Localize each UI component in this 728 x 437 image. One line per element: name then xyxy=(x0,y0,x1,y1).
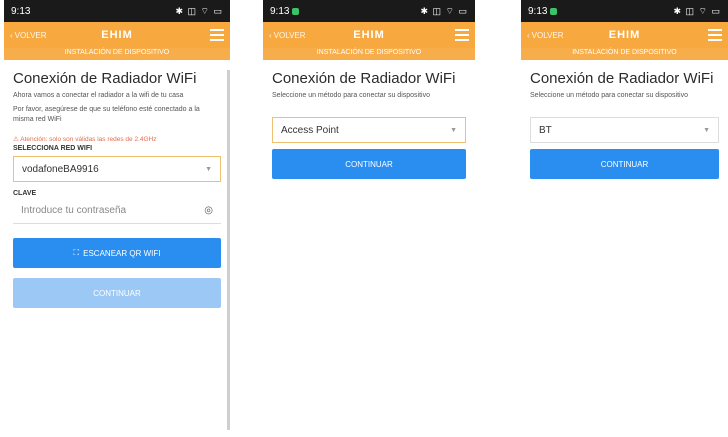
section-subtitle: INSTALACIÓN DE DISPOSITIVO xyxy=(521,48,728,60)
notification-icon xyxy=(550,7,558,15)
back-button[interactable]: ‹ VOLVER xyxy=(10,31,47,40)
phone-screen-method-bt: 9:13 ✱ ◫ ⌔ ▭ ‹ VOLVER EHIM INSTALACIÓN DE… xyxy=(521,0,728,437)
status-bar: 9:13 ✱ ◫ ⌔ ▭ xyxy=(521,0,728,22)
app-bar: ‹ VOLVER EHIM xyxy=(4,22,230,48)
description: Seleccione un método para conectar su di… xyxy=(530,92,688,99)
dropdown-caret-icon: ▼ xyxy=(205,165,212,173)
status-icons: ✱ ◫ ⌔ ▭ xyxy=(420,5,468,16)
description-same-network: Por favor, asegúrese de que su teléfono … xyxy=(13,106,200,123)
status-time: 9:13 xyxy=(11,5,31,17)
dropdown-caret-icon: ▼ xyxy=(703,126,710,134)
description: Ahora vamos a conectar el radiador a la … xyxy=(13,92,184,99)
chevron-left-icon: ‹ xyxy=(10,30,13,40)
chevron-left-icon: ‹ xyxy=(269,30,272,40)
password-placeholder: Introduce tu contraseña xyxy=(21,204,127,216)
phone-screen-method-access-point: 9:13 ✱ ◫ ⌔ ▭ ‹ VOLVER EHIM INSTALACIÓN DE… xyxy=(263,0,475,437)
app-bar: ‹ VOLVER EHIM xyxy=(521,22,728,48)
method-select-value: BT xyxy=(539,124,552,136)
status-icons: ✱ ◫ ⌔ ▭ xyxy=(673,5,721,16)
back-label: VOLVER xyxy=(14,30,47,40)
password-field[interactable]: Introduce tu contraseña ◎ xyxy=(13,197,221,224)
section-subtitle: INSTALACIÓN DE DISPOSITIVO xyxy=(4,48,230,60)
section-subtitle: INSTALACIÓN DE DISPOSITIVO xyxy=(263,48,475,60)
back-button[interactable]: ‹ VOLVER xyxy=(269,31,306,40)
status-time: 9:13 xyxy=(270,5,290,17)
wifi-select-label: SELECCIONA RED WIFI xyxy=(13,145,93,152)
back-button[interactable]: ‹ VOLVER xyxy=(527,31,564,40)
visibility-toggle-icon[interactable]: ◎ xyxy=(204,205,213,216)
password-label: CLAVE xyxy=(13,190,37,197)
hamburger-menu-icon[interactable] xyxy=(210,29,224,41)
warning-message: ⚠ Atención: solo son válidas las redes d… xyxy=(13,136,157,143)
phone-screen-wifi-credentials: 9:13 ✱ ◫ ⌔ ▭ ‹ VOLVER EHIM INSTALACIÓN DE… xyxy=(4,0,230,437)
app-bar: ‹ VOLVER EHIM xyxy=(263,22,475,48)
hamburger-menu-icon[interactable] xyxy=(455,29,469,41)
scrollbar[interactable] xyxy=(227,70,230,430)
notification-icon xyxy=(292,7,300,15)
continue-button[interactable]: CONTINUAR xyxy=(272,149,466,179)
wifi-network-select[interactable]: vodafoneBA9916 ▼ xyxy=(13,156,221,182)
app-logo: EHIM xyxy=(608,29,641,41)
status-icons: ✱ ◫ ⌔ ▭ xyxy=(175,5,223,16)
page-title: Conexión de Radiador WiFi xyxy=(13,70,197,87)
hamburger-menu-icon[interactable] xyxy=(708,29,722,41)
app-logo: EHIM xyxy=(353,29,385,41)
back-label: VOLVER xyxy=(273,30,306,40)
status-bar: 9:13 ✱ ◫ ⌔ ▭ xyxy=(4,0,230,22)
status-time: 9:13 xyxy=(528,5,548,17)
wifi-select-value: vodafoneBA9916 xyxy=(22,163,99,175)
qr-scan-icon: ⛶ xyxy=(73,248,80,257)
connection-method-select[interactable]: Access Point ▼ xyxy=(272,117,466,143)
page-title: Conexión de Radiador WiFi xyxy=(272,70,456,87)
method-select-value: Access Point xyxy=(281,124,339,136)
scan-button-label: ESCANEAR QR WIFI xyxy=(83,248,161,258)
connection-method-select[interactable]: BT ▼ xyxy=(530,117,719,143)
status-bar: 9:13 ✱ ◫ ⌔ ▭ xyxy=(263,0,475,22)
dropdown-caret-icon: ▼ xyxy=(450,126,457,134)
continue-button[interactable]: CONTINUAR xyxy=(13,278,221,308)
app-logo: EHIM xyxy=(101,29,133,41)
page-title: Conexión de Radiador WiFi xyxy=(530,70,714,87)
continue-button[interactable]: CONTINUAR xyxy=(530,149,719,179)
back-label: VOLVER xyxy=(531,30,564,40)
chevron-left-icon: ‹ xyxy=(527,30,530,40)
scan-qr-wifi-button[interactable]: ⛶ ESCANEAR QR WIFI xyxy=(13,238,221,268)
description: Seleccione un método para conectar su di… xyxy=(272,92,430,99)
